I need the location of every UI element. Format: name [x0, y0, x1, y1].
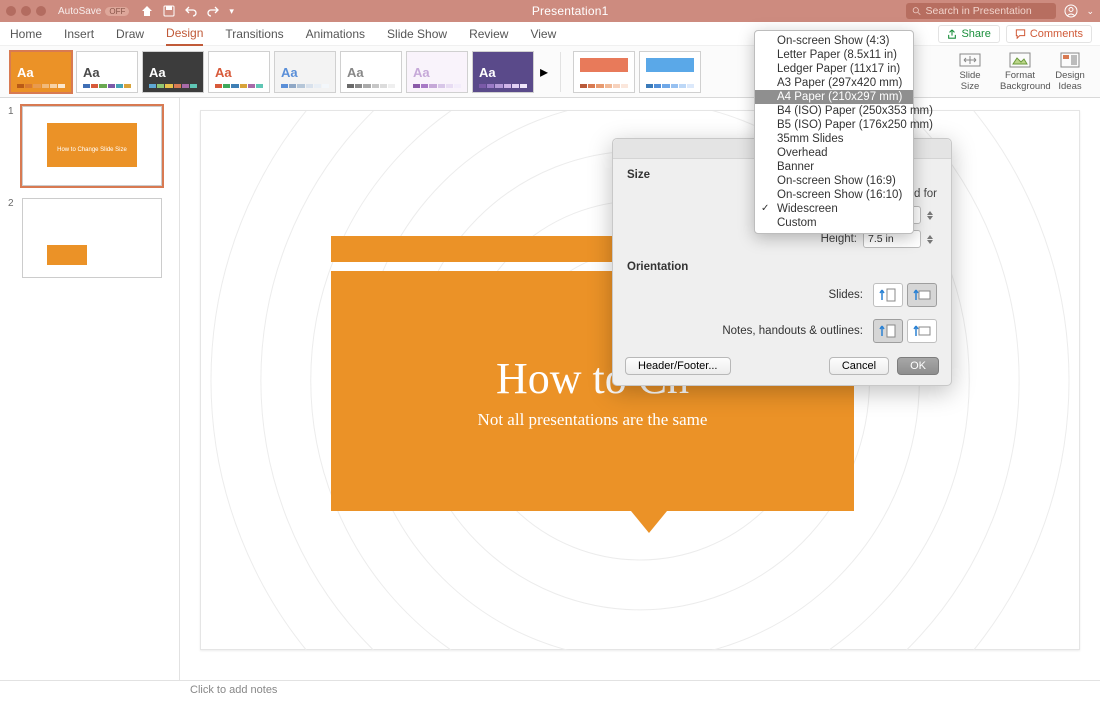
notes-placeholder[interactable]: Click to add notes — [190, 684, 277, 696]
design-ideas-label: Design Ideas — [1055, 70, 1085, 91]
autosave-state: OFF — [105, 7, 129, 16]
slide-thumbnail[interactable] — [22, 198, 162, 278]
dropdown-option[interactable]: A4 Paper (210x297 mm) — [755, 90, 913, 104]
cancel-button[interactable]: Cancel — [829, 357, 889, 375]
header-footer-button[interactable]: Header/Footer... — [625, 357, 731, 375]
search-icon — [912, 6, 921, 16]
user-icon[interactable] — [1064, 4, 1078, 18]
slide-thumbnail[interactable]: How to Change Slide Size — [22, 106, 162, 186]
dropdown-option[interactable]: Overhead — [755, 146, 913, 160]
tab-view[interactable]: View — [530, 23, 556, 45]
home-icon[interactable] — [141, 5, 153, 17]
share-button[interactable]: Share — [938, 25, 999, 43]
zoom-icon[interactable] — [36, 6, 46, 16]
theme-thumb[interactable]: Aa — [142, 51, 204, 93]
thumb-number: 2 — [8, 198, 16, 278]
tab-home[interactable]: Home — [10, 23, 42, 45]
variants-gallery — [573, 51, 701, 93]
theme-thumb[interactable]: Aa — [274, 51, 336, 93]
dropdown-option[interactable]: B4 (ISO) Paper (250x353 mm) — [755, 104, 913, 118]
notes-landscape-button[interactable] — [907, 319, 937, 343]
window-controls[interactable] — [6, 6, 46, 16]
notes-pane[interactable]: Click to add notes — [0, 680, 1100, 702]
slide-thumbnails-panel[interactable]: 1 How to Change Slide Size 2 — [0, 98, 180, 680]
dropdown-option[interactable]: Banner — [755, 160, 913, 174]
dropdown-option[interactable]: Ledger Paper (11x17 in) — [755, 62, 913, 76]
divider — [560, 52, 561, 92]
autosave-label: AutoSave — [58, 6, 101, 17]
slides-landscape-button[interactable] — [907, 283, 937, 307]
theme-thumb[interactable]: Aa — [10, 51, 72, 93]
design-ideas-icon — [1059, 51, 1081, 69]
dropdown-option[interactable]: Widescreen — [755, 202, 913, 216]
document-title: Presentation1 — [240, 4, 901, 18]
tab-design[interactable]: Design — [166, 22, 203, 46]
ribbon-tabs: Home Insert Draw Design Transitions Anim… — [0, 22, 1100, 46]
notes-portrait-button[interactable] — [873, 319, 903, 343]
titlebar: AutoSave OFF ▾ Presentation1 ⌄ — [0, 0, 1100, 22]
dropdown-option[interactable]: Custom — [755, 216, 913, 230]
comments-button[interactable]: Comments — [1006, 25, 1092, 43]
slide-size-dropdown[interactable]: On-screen Show (4:3)Letter Paper (8.5x11… — [754, 30, 914, 234]
format-bg-icon — [1009, 51, 1031, 69]
format-bg-label: Format Background — [1000, 70, 1051, 91]
share-label: Share — [961, 28, 990, 40]
quick-access-toolbar: ▾ — [141, 5, 234, 17]
qat-overflow-icon[interactable]: ▾ — [229, 6, 234, 17]
thumb-number: 1 — [8, 106, 16, 186]
dropdown-option[interactable]: On-screen Show (16:10) — [755, 188, 913, 202]
undo-icon[interactable] — [185, 5, 197, 17]
design-ideas-button[interactable]: Design Ideas — [1050, 51, 1090, 92]
chevron-down-icon[interactable]: ⌄ — [1086, 6, 1094, 17]
dropdown-option[interactable]: Letter Paper (8.5x11 in) — [755, 48, 913, 62]
close-icon[interactable] — [6, 6, 16, 16]
ribbon-design: AaAaAaAaAaAaAaAa ▸ Slide Size Format Bac… — [0, 46, 1100, 98]
autosave-toggle[interactable]: AutoSave OFF — [58, 6, 129, 17]
dropdown-option[interactable]: B5 (ISO) Paper (176x250 mm) — [755, 118, 913, 132]
tab-draw[interactable]: Draw — [116, 23, 144, 45]
tab-insert[interactable]: Insert — [64, 23, 94, 45]
dropdown-option[interactable]: On-screen Show (4:3) — [755, 34, 913, 48]
dropdown-option[interactable]: On-screen Show (16:9) — [755, 174, 913, 188]
theme-thumb[interactable]: Aa — [472, 51, 534, 93]
tab-animations[interactable]: Animations — [306, 23, 365, 45]
width-stepper[interactable] — [927, 206, 937, 224]
share-icon — [947, 29, 957, 39]
comment-icon — [1015, 29, 1026, 39]
theme-thumb[interactable]: Aa — [340, 51, 402, 93]
variant-thumb[interactable] — [639, 51, 701, 93]
save-icon[interactable] — [163, 5, 175, 17]
theme-thumb[interactable]: Aa — [76, 51, 138, 93]
themes-more-icon[interactable]: ▸ — [540, 62, 548, 82]
slide-size-button[interactable]: Slide Size — [950, 51, 990, 92]
slide-size-label: Slide Size — [959, 70, 980, 91]
theme-thumb[interactable]: Aa — [208, 51, 270, 93]
redo-icon[interactable] — [207, 5, 219, 17]
tab-slideshow[interactable]: Slide Show — [387, 23, 447, 45]
ok-button[interactable]: OK — [897, 357, 939, 375]
theme-thumb[interactable]: Aa — [406, 51, 468, 93]
themes-gallery: AaAaAaAaAaAaAaAa — [10, 51, 534, 93]
height-stepper[interactable] — [927, 230, 937, 248]
slides-orient-label: Slides: — [828, 289, 863, 301]
tab-review[interactable]: Review — [469, 23, 508, 45]
variant-thumb[interactable] — [573, 51, 635, 93]
slide-subtitle[interactable]: Not all presentations are the same — [478, 410, 708, 430]
dropdown-option[interactable]: 35mm Slides — [755, 132, 913, 146]
minimize-icon[interactable] — [21, 6, 31, 16]
callout-pointer — [631, 511, 667, 533]
dropdown-option[interactable]: A3 Paper (297x420 mm) — [755, 76, 913, 90]
search-input[interactable] — [926, 5, 1051, 17]
section-orientation: Orientation — [613, 251, 951, 277]
notes-orient-label: Notes, handouts & outlines: — [722, 325, 863, 337]
thumb-title: How to Change Slide Size — [23, 147, 161, 153]
tab-transitions[interactable]: Transitions — [225, 23, 283, 45]
search-box[interactable] — [906, 3, 1056, 19]
slides-portrait-button[interactable] — [873, 283, 903, 307]
slide-size-icon — [959, 51, 981, 69]
format-background-button[interactable]: Format Background — [1000, 51, 1040, 92]
comments-label: Comments — [1030, 28, 1083, 40]
height-label: Height: — [821, 233, 857, 245]
